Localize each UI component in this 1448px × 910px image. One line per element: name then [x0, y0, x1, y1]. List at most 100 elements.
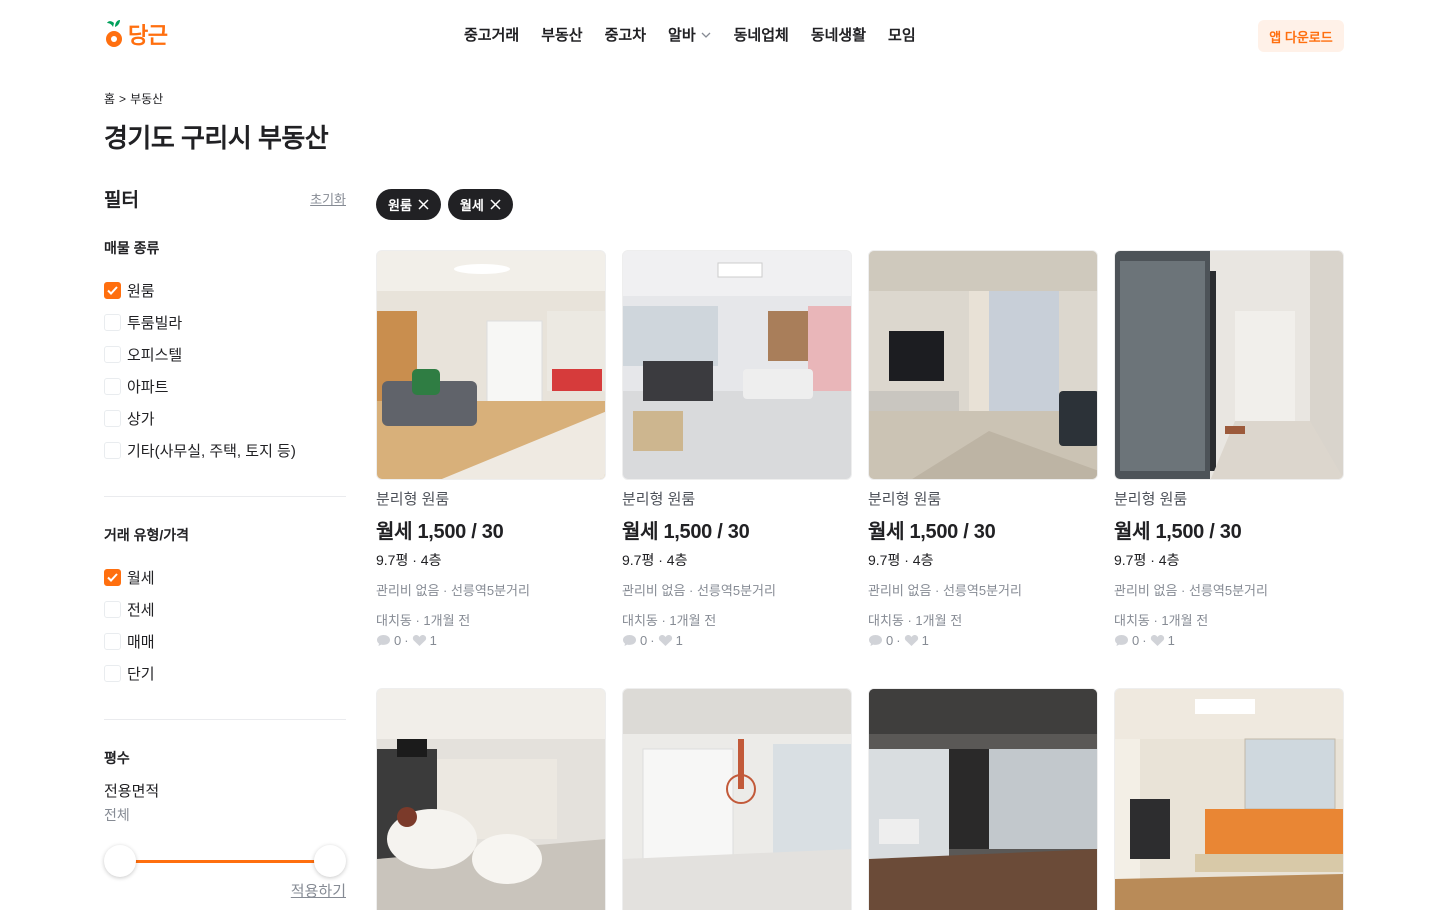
checkbox[interactable] — [104, 313, 121, 331]
listing-photo[interactable] — [868, 688, 1098, 910]
like-count: 1 — [675, 633, 683, 648]
listing-size: 9.7평 · 4층 — [1114, 552, 1180, 568]
nav-local-life[interactable]: 동네생활 — [811, 24, 866, 45]
checkbox[interactable] — [104, 632, 121, 650]
checkbox-label: 매매 — [127, 633, 155, 651]
property-type-options: 원룸투룸빌라 오피스텔 아파트상가기타(사무실, 주택, 토지 등) — [104, 274, 346, 466]
filter-chip[interactable]: 월세 — [447, 189, 513, 220]
listing-photo[interactable] — [868, 250, 1098, 480]
checkbox[interactable] — [104, 600, 121, 618]
listing-stats: 0 · 1 — [376, 633, 606, 648]
checkbox[interactable] — [104, 441, 121, 459]
breadcrumb-current[interactable]: 부동산 — [130, 90, 163, 107]
property-type-option[interactable]: 아파트 — [104, 370, 346, 402]
logo-wordmark: 당근 — [128, 23, 168, 48]
checkbox[interactable] — [104, 664, 121, 682]
nav-local-business[interactable]: 동네업체 — [734, 24, 789, 45]
chat-count: 0 — [1132, 633, 1140, 648]
listing-card[interactable] — [868, 688, 1098, 910]
checkbox-label: 월세 — [127, 569, 155, 587]
listing-card[interactable]: 분리형 원룸 월세 1,500 / 30 9.7평 · 4층 관리비 없음 · … — [868, 250, 1098, 648]
slider-max-handle[interactable] — [314, 845, 346, 877]
nav-groups[interactable]: 모임 — [888, 24, 916, 45]
listing-size: 9.7평 · 4층 — [622, 552, 688, 568]
app-download-button[interactable]: 앱 다운로드 — [1258, 20, 1344, 52]
apply-filter-link[interactable]: 적용하기 — [291, 880, 346, 901]
deal-type-option[interactable]: 전세 — [104, 593, 346, 625]
listing-size: 9.7평 · 4층 — [868, 552, 934, 568]
close-icon[interactable] — [490, 199, 501, 210]
close-icon[interactable] — [418, 199, 429, 210]
listing-type: 분리형 원룸 — [1114, 491, 1188, 508]
area-range-slider[interactable] — [104, 845, 346, 879]
slider-min-handle[interactable] — [104, 845, 136, 877]
check-icon — [107, 572, 118, 582]
listing-price: 월세 1,500 / 30 — [376, 521, 504, 543]
stats-separator: · — [896, 633, 901, 648]
stats-separator: · — [404, 633, 409, 648]
property-type-option[interactable]: 상가 — [104, 402, 346, 434]
listing-photo-image — [1115, 689, 1343, 910]
nav-jobs[interactable]: 알바 — [668, 24, 712, 45]
property-type-option[interactable]: 원룸 — [104, 274, 346, 306]
reset-filters-link[interactable]: 초기화 — [310, 189, 346, 208]
listing-photo-image — [623, 251, 851, 479]
check-icon — [107, 285, 118, 295]
nav-real-estate[interactable]: 부동산 — [541, 24, 582, 45]
chevron-down-icon — [701, 32, 711, 38]
property-type-option[interactable]: 오피스텔 — [104, 338, 346, 370]
listing-type: 분리형 원룸 — [868, 491, 942, 508]
listing-type: 분리형 원룸 — [622, 491, 696, 508]
deal-type-title: 거래 유형/가격 — [104, 527, 190, 543]
heart-icon — [412, 635, 426, 646]
listing-photo[interactable] — [622, 688, 852, 910]
deal-type-option[interactable]: 매매 — [104, 625, 346, 657]
listing-photo[interactable] — [376, 250, 606, 480]
listing-photo[interactable] — [376, 688, 606, 910]
carrot-logo-icon — [106, 20, 122, 47]
filter-title: 필터 — [104, 189, 139, 211]
chat-icon — [377, 635, 390, 646]
listing-photo[interactable] — [1114, 250, 1344, 480]
listing-photo-image — [869, 251, 1097, 479]
checkbox-label: 상가 — [127, 410, 155, 428]
chat-count: 0 — [886, 633, 894, 648]
listing-photo[interactable] — [1114, 688, 1344, 910]
top-header: 당근 중고거래 부동산 중고차 알바 동네업체 동네생활 모임 앱 다운로드 — [0, 0, 1448, 72]
listing-grid: 분리형 원룸 월세 1,500 / 30 9.7평 · 4층 관리비 없음 · … — [376, 250, 1344, 910]
listing-card[interactable] — [376, 688, 606, 910]
filter-sidebar: 필터 초기화 매물 종류 원룸 투룸빌라 오피스텔 아파트 상가 기타(사무실, 주택, … — [104, 184, 346, 900]
chat-count: 0 — [640, 633, 648, 648]
nav-used-goods[interactable]: 중고거래 — [464, 24, 519, 45]
nav-used-cars[interactable]: 중고차 — [605, 24, 646, 45]
heart-icon — [1150, 635, 1164, 646]
listing-stats: 0 · 1 — [868, 633, 1098, 648]
deal-type-option[interactable]: 월세 — [104, 561, 346, 593]
nav-jobs-label: 알바 — [668, 27, 696, 44]
daangn-logo[interactable]: 당근 — [104, 18, 168, 50]
breadcrumb-home[interactable]: 홈 — [104, 90, 115, 107]
filter-header: 필터 초기화 — [104, 184, 346, 212]
property-type-option[interactable]: 투룸빌라 — [104, 306, 346, 338]
checkbox-checked[interactable] — [104, 281, 121, 299]
main-nav: 중고거래 부동산 중고차 알바 동네업체 동네생활 모임 — [464, 24, 916, 45]
listing-photo[interactable] — [622, 250, 852, 480]
checkbox[interactable] — [104, 345, 121, 363]
listing-card[interactable]: 분리형 원룸 월세 1,500 / 30 9.7평 · 4층 관리비 없음 · … — [376, 250, 606, 648]
checkbox[interactable] — [104, 409, 121, 427]
listing-photo-image — [869, 689, 1097, 910]
listing-card[interactable]: 분리형 원룸 월세 1,500 / 30 9.7평 · 4층 관리비 없음 · … — [1114, 250, 1344, 648]
deal-type-option[interactable]: 단기 — [104, 657, 346, 689]
chat-icon — [869, 635, 882, 646]
checkbox-label: 원룸 — [127, 282, 155, 300]
listing-card[interactable] — [622, 688, 852, 910]
checkbox-checked[interactable] — [104, 568, 121, 586]
listing-photo-image — [623, 689, 851, 910]
property-type-option[interactable]: 기타(사무실, 주택, 토지 등) — [104, 434, 346, 466]
chat-icon — [623, 635, 636, 646]
filter-chip[interactable]: 원룸 — [376, 189, 441, 220]
checkbox[interactable] — [104, 377, 121, 395]
listing-card[interactable]: 분리형 원룸 월세 1,500 / 30 9.7평 · 4층 관리비 없음 · … — [622, 250, 852, 648]
listing-card[interactable] — [1114, 688, 1344, 910]
chip-label: 원룸 — [388, 198, 412, 213]
